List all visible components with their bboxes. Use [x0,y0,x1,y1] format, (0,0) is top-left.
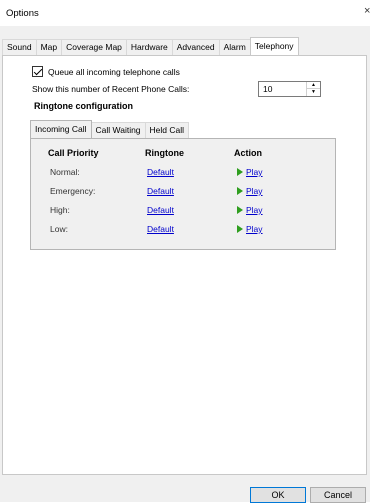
tab-map[interactable]: Map [35,39,63,55]
play-link-low[interactable]: Play [246,224,263,234]
play-icon[interactable] [237,187,243,195]
play-link-emergency[interactable]: Play [246,186,263,196]
priority-low: Low: [50,224,68,234]
options-tab-strip: Sound Map Coverage Map Hardware Advanced… [2,37,299,55]
ok-button[interactable]: OK [250,487,306,503]
col-header-priority: Call Priority [48,148,99,158]
ringtone-link-low[interactable]: Default [147,224,174,234]
spinner-arrows-icon[interactable]: ▲ ▼ [306,82,320,96]
subtab-incoming-call[interactable]: Incoming Call [30,120,92,138]
subtab-held-call[interactable]: Held Call [144,122,190,138]
queue-calls-row[interactable]: Queue all incoming telephone calls [32,66,180,77]
checkmark-icon[interactable] [32,66,43,77]
window-title: Options [6,8,39,19]
ringtone-link-normal[interactable]: Default [147,167,174,177]
cancel-button[interactable]: Cancel [310,487,366,503]
play-icon[interactable] [237,206,243,214]
play-link-high[interactable]: Play [246,205,263,215]
tab-hardware[interactable]: Hardware [125,39,173,55]
play-link-normal[interactable]: Play [246,167,263,177]
recent-calls-label: Show this number of Recent Phone Calls: [32,84,190,94]
priority-high: High: [50,205,70,215]
col-header-ringtone: Ringtone [145,148,184,158]
telephony-panel [2,55,367,475]
spin-up-button[interactable]: ▲ [307,82,320,89]
tab-advanced[interactable]: Advanced [171,39,220,55]
ringtone-link-emergency[interactable]: Default [147,186,174,196]
spin-down-button[interactable]: ▼ [307,89,320,96]
col-header-action: Action [234,148,262,158]
title-bar: Options × [0,0,370,26]
play-icon[interactable] [237,225,243,233]
ringtone-config-title: Ringtone configuration [34,101,133,111]
queue-calls-label: Queue all incoming telephone calls [48,66,180,77]
recent-calls-value: 10 [263,84,273,94]
recent-calls-spinner[interactable]: 10 ▲ ▼ [258,81,321,97]
close-icon[interactable]: × [364,5,370,17]
priority-normal: Normal: [50,167,80,177]
tab-alarm[interactable]: Alarm [218,39,251,55]
ringtone-subtab-strip: Incoming Call Call Waiting Held Call [30,120,190,138]
ringtone-link-high[interactable]: Default [147,205,174,215]
play-icon[interactable] [237,168,243,176]
tab-coverage-map[interactable]: Coverage Map [61,39,127,55]
tab-sound[interactable]: Sound [2,39,37,55]
priority-emergency: Emergency: [50,186,96,196]
tab-telephony[interactable]: Telephony [249,37,299,55]
subtab-call-waiting[interactable]: Call Waiting [90,122,146,138]
